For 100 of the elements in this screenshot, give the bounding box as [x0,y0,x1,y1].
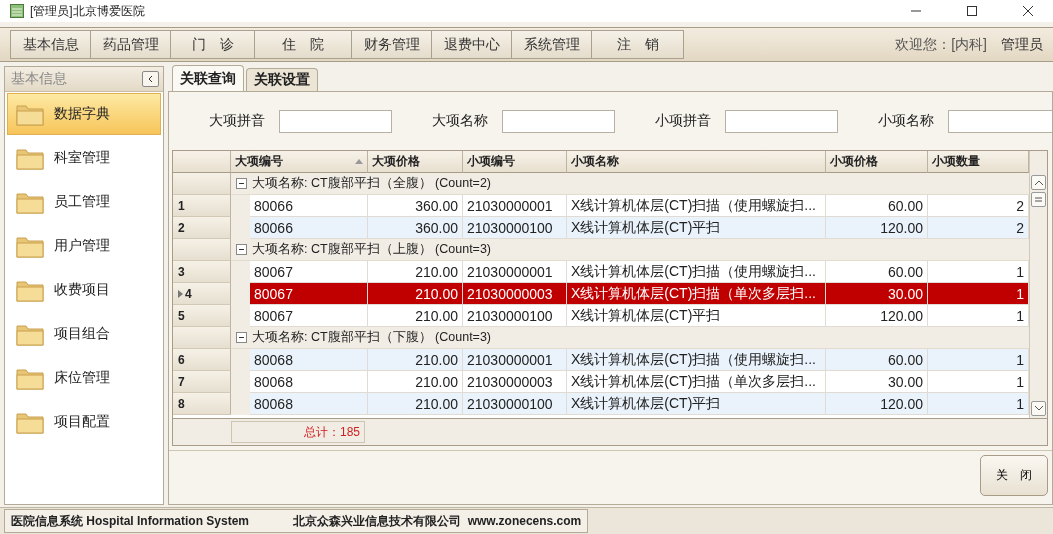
menu-button[interactable]: 系统管理 [512,30,592,59]
chevron-up-icon [1034,180,1043,185]
table-cell: 1 [928,283,1029,305]
table-cell: X线计算机体层(CT)平扫 [567,217,826,239]
row-number: 1 [173,195,231,217]
collapse-toggle-icon[interactable] [236,178,247,189]
field-label: 大项名称 [432,112,488,130]
collapse-toggle-icon[interactable] [236,244,247,255]
table-cell: 210.00 [368,371,463,393]
scroll-thumb[interactable] [1031,192,1046,207]
row-number: 4 [173,283,231,305]
table-cell: X线计算机体层(CT)扫描（使用螺旋扫... [567,349,826,371]
table-cell: 210.00 [368,305,463,327]
table-cell: 21030000100 [463,305,567,327]
collapse-toggle-icon[interactable] [236,332,247,343]
table-cell: 80068 [250,371,368,393]
menu-button[interactable]: 药品管理 [91,30,171,59]
menu-button[interactable]: 门 诊 [171,30,255,59]
table-cell: X线计算机体层(CT)扫描（单次多层扫... [567,283,826,305]
table-cell: 2 [928,217,1029,239]
menu-button[interactable]: 退费中心 [432,30,512,59]
input-field[interactable] [725,109,838,133]
sidebar-item[interactable]: 数据字典 [7,93,161,135]
folder-icon [16,234,44,258]
column-header[interactable]: 小项数量 [928,151,1029,173]
table-cell: 60.00 [826,261,928,283]
folder-icon [16,366,44,390]
table-cell: 21030000003 [463,283,567,305]
folder-icon [16,102,44,126]
row-number: 5 [173,305,231,327]
group-label: 大项名称: CT腹部平扫（全腹） (Count=2) [252,175,491,192]
field-label: 小项名称 [878,112,934,130]
row-number: 2 [173,217,231,239]
menu-button[interactable]: 注 销 [592,30,684,59]
group-indent [231,393,250,415]
table-cell: 2 [928,195,1029,217]
table-cell: X线计算机体层(CT)平扫 [567,393,826,415]
table-cell: 120.00 [826,393,928,415]
current-row-icon [178,289,183,298]
table-cell: 60.00 [826,349,928,371]
table-cell: 1 [928,371,1029,393]
table-cell: 1 [928,349,1029,371]
table-cell: X线计算机体层(CT)扫描（单次多层扫... [567,371,826,393]
table-cell: 21030000003 [463,371,567,393]
column-header[interactable]: 大项编号 [231,151,368,173]
grip-icon [1035,197,1042,202]
input-field[interactable] [279,109,392,133]
scroll-down-button[interactable] [1031,401,1046,416]
table-cell: 80068 [250,393,368,415]
table-cell: 360.00 [368,217,463,239]
folder-icon [16,322,44,346]
table-cell: 80066 [250,195,368,217]
menu-button[interactable]: 财务管理 [352,30,432,59]
table-cell: 1 [928,393,1029,415]
table-cell: 21030000001 [463,261,567,283]
folder-icon [16,190,44,214]
field-label: 小项拼音 [655,112,711,130]
table-cell: 80067 [250,261,368,283]
table-cell: 210.00 [368,261,463,283]
header-corner [173,151,231,173]
column-header[interactable]: 小项价格 [826,151,928,173]
table-cell: 80066 [250,217,368,239]
menu-button[interactable]: 住 院 [255,30,352,59]
row-number: 7 [173,371,231,393]
table-cell: 360.00 [368,195,463,217]
table-cell: 210.00 [368,393,463,415]
menu-button[interactable]: 基本信息 [10,30,91,59]
row-number: 6 [173,349,231,371]
row-header [173,327,231,349]
scroll-up-button[interactable] [1031,175,1046,190]
tab[interactable]: 关联查询 [172,65,244,91]
row-number: 8 [173,393,231,415]
close-button[interactable]: 关 闭 [980,455,1048,496]
input-field[interactable] [502,109,615,133]
table-cell: 210.00 [368,283,463,305]
chevron-left-icon [146,75,155,83]
table-cell: 30.00 [826,283,928,305]
maximize-icon[interactable] [966,5,978,17]
user-name: 管理员 [1001,35,1043,54]
table-cell: X线计算机体层(CT)扫描（使用螺旋扫... [567,261,826,283]
folder-icon [16,410,44,434]
welcome-text: 欢迎您：[内科] [895,35,987,54]
column-header[interactable]: 小项名称 [567,151,826,173]
column-header[interactable]: 大项价格 [368,151,463,173]
table-cell: 1 [928,261,1029,283]
collapse-button[interactable] [142,71,159,87]
table-cell: 120.00 [826,217,928,239]
field-label: 大项拼音 [209,112,265,130]
table-cell: 30.00 [826,371,928,393]
input-field[interactable] [948,109,1052,133]
sort-icon [355,159,363,164]
column-header[interactable]: 小项编号 [463,151,567,173]
close-icon[interactable] [1022,5,1034,17]
table-cell: X线计算机体层(CT)平扫 [567,305,826,327]
table-cell: 80068 [250,349,368,371]
table-cell: X线计算机体层(CT)扫描（使用螺旋扫... [567,195,826,217]
tab[interactable]: 关联设置 [246,68,318,91]
table-cell: 80067 [250,305,368,327]
window-title: [管理员]北京博爱医院 [30,2,146,20]
table-cell: 21030000001 [463,349,567,371]
